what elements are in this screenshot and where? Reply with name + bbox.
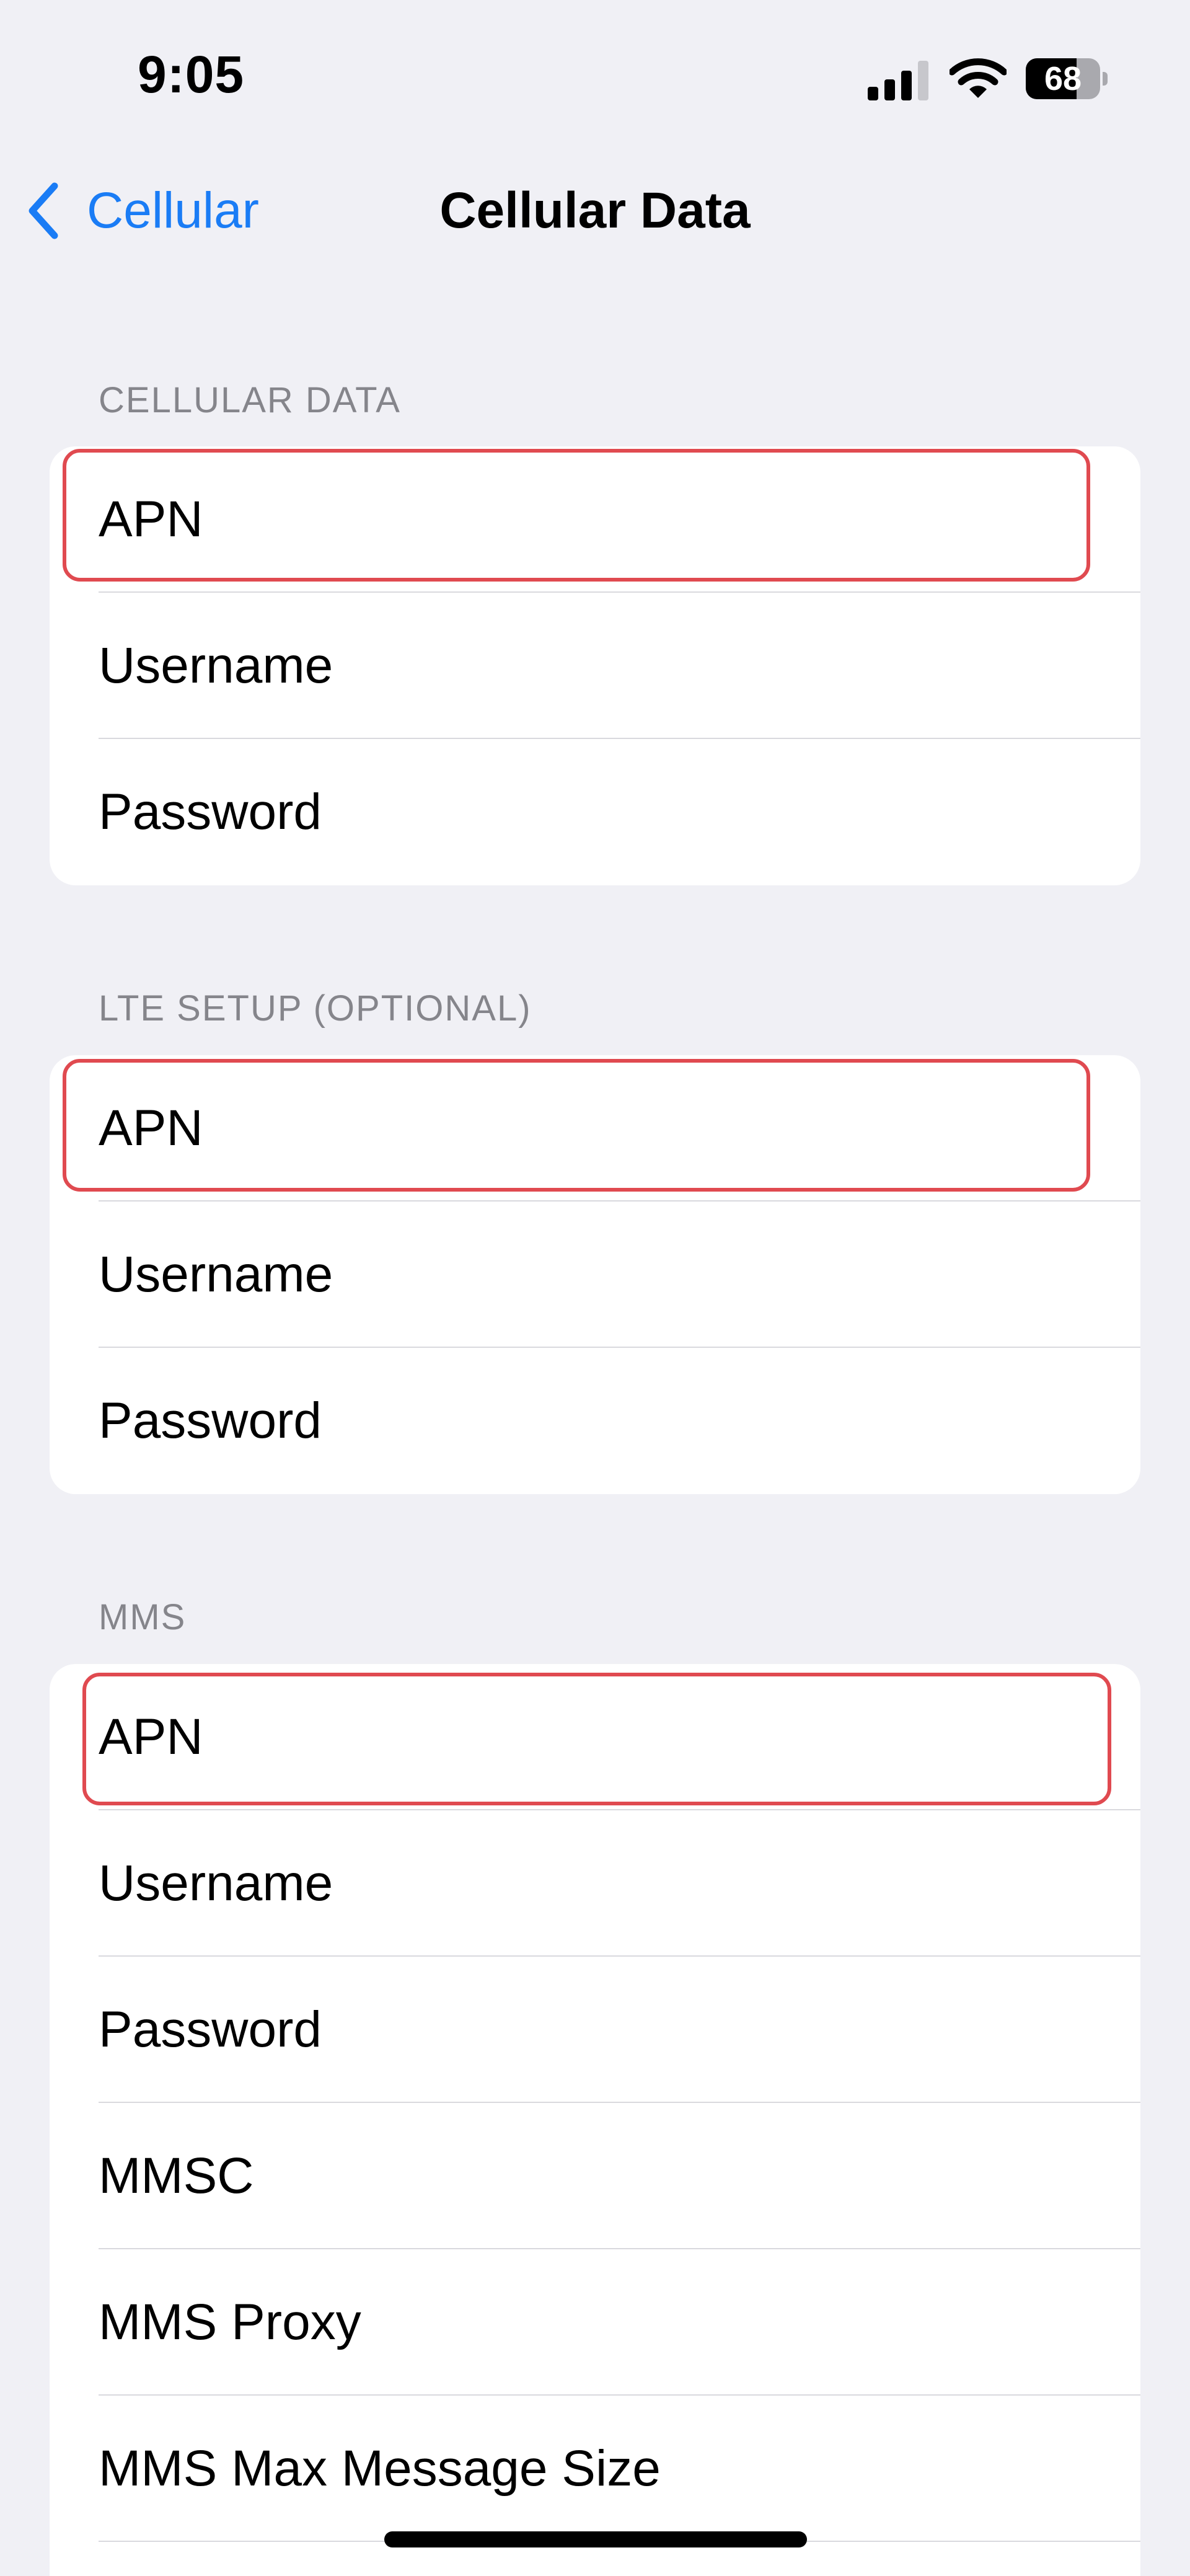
status-bar: 9:05 68 — [0, 0, 1190, 155]
cellular-password-row[interactable]: Password — [50, 739, 1140, 885]
lte-username-row[interactable]: Username — [50, 1202, 1140, 1348]
section-header-cellular-data: CELLULAR DATA — [99, 380, 401, 420]
back-button[interactable]: Cellular — [24, 180, 259, 242]
lte-apn-row[interactable]: APN — [50, 1055, 1140, 1202]
cellular-apn-row[interactable]: APN — [50, 446, 1140, 593]
mms-group: APN Username Password MMSC MMS Proxy MMS… — [50, 1664, 1140, 2576]
row-label: APN — [99, 491, 203, 547]
back-label: Cellular — [87, 182, 259, 239]
row-label: APN — [99, 1709, 203, 1765]
row-label: Password — [99, 784, 322, 840]
mms-password-row[interactable]: Password — [50, 1957, 1140, 2103]
status-time: 9:05 — [138, 45, 245, 104]
row-label: Password — [99, 1392, 322, 1449]
nav-bar: Cellular Data Cellular — [0, 167, 1190, 254]
mms-username-row[interactable]: Username — [50, 1810, 1140, 1957]
mms-max-message-size-row[interactable]: MMS Max Message Size — [50, 2396, 1140, 2542]
row-label: APN — [99, 1100, 203, 1156]
row-label: Username — [99, 1855, 333, 1911]
battery-icon: 68 — [1026, 58, 1109, 100]
section-header-lte-setup: LTE SETUP (OPTIONAL) — [99, 988, 532, 1029]
row-label: Password — [99, 2001, 322, 2058]
mms-apn-row[interactable]: APN — [50, 1664, 1140, 1810]
lte-setup-group: APN Username Password — [50, 1055, 1140, 1494]
wifi-icon — [950, 58, 1007, 98]
cellular-data-group: APN Username Password — [50, 446, 1140, 885]
mmsc-row[interactable]: MMSC — [50, 2103, 1140, 2249]
row-label: MMS Max Message Size — [99, 2440, 661, 2497]
home-indicator[interactable] — [384, 2531, 807, 2547]
row-label: Username — [99, 637, 333, 694]
row-label: MMSC — [99, 2148, 254, 2204]
row-label: MMS Proxy — [99, 2294, 361, 2350]
lte-password-row[interactable]: Password — [50, 1348, 1140, 1494]
cellular-username-row[interactable]: Username — [50, 593, 1140, 739]
chevron-left-icon — [29, 182, 58, 239]
battery-level: 68 — [1044, 60, 1082, 97]
section-header-mms: MMS — [99, 1597, 187, 1637]
signal-icon — [868, 61, 928, 100]
row-label: Username — [99, 1246, 333, 1303]
mms-proxy-row[interactable]: MMS Proxy — [50, 2249, 1140, 2396]
